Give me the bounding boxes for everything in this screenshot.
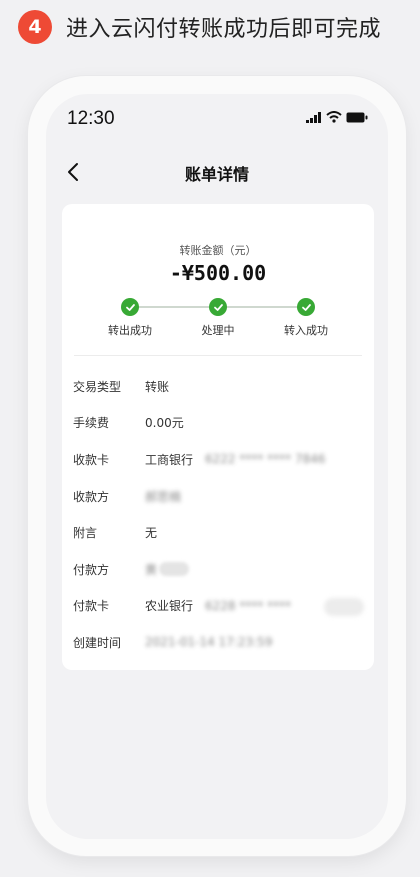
progress-step-label: 转入成功	[284, 324, 328, 337]
battery-icon	[346, 112, 368, 122]
blur-mask	[159, 562, 190, 577]
detail-value: 农业银行	[145, 599, 194, 614]
status-time: 12:30	[67, 108, 115, 129]
phone-frame: 12:30 账单详情 转账金额（元） -¥500.00 转出成功 处理中 转入成…	[28, 76, 406, 856]
status-bar: 12:30	[46, 94, 388, 140]
divider	[74, 355, 362, 356]
amount-label: 转账金额（元）	[179, 244, 257, 257]
detail-label: 交易类型	[73, 379, 122, 394]
step-header: 4 进入云闪付转账成功后即可完成	[18, 10, 381, 44]
detail-value: 工商银行	[145, 452, 194, 467]
check-icon	[121, 298, 139, 316]
progress-step-processing: 处理中	[173, 298, 263, 338]
detail-value: 转账	[145, 379, 170, 394]
detail-label: 手续费	[73, 416, 110, 431]
nav-bar: 账单详情	[46, 154, 388, 194]
page-title: 账单详情	[184, 165, 249, 184]
masked-created-time: 2021-01-14 17:23:59	[145, 635, 273, 650]
signal-icon	[306, 111, 321, 123]
phone-screen: 12:30 账单详情 转账金额（元） -¥500.00 转出成功 处理中 转入成…	[46, 94, 388, 839]
detail-row-type: 交易类型 转账	[73, 368, 361, 405]
masked-payer-name: 黄	[145, 562, 158, 577]
detail-label: 收款方	[73, 489, 110, 504]
transfer-amount: -¥500.00	[169, 261, 267, 285]
masked-card-number: 6228 **** ****	[205, 598, 292, 613]
progress-step-label: 转出成功	[108, 324, 152, 337]
bill-detail-card: 转账金额（元） -¥500.00 转出成功 处理中 转入成功 交易类型 转账 手…	[62, 204, 374, 670]
detail-row-payer: 付款方 黄	[73, 551, 361, 588]
detail-label: 付款方	[73, 562, 110, 577]
detail-label: 收款卡	[73, 452, 110, 467]
step-number-badge: 4	[18, 10, 52, 44]
progress-step-sent: 转出成功	[85, 298, 175, 338]
blur-mask	[324, 597, 364, 616]
progress-step-received: 转入成功	[261, 298, 351, 338]
detail-label: 付款卡	[73, 599, 110, 614]
masked-card-number: 6222 **** **** 7846	[205, 452, 326, 467]
check-icon	[209, 298, 227, 316]
detail-row-created: 创建时间 2021-01-14 17:23:59	[73, 624, 361, 661]
detail-row-payee: 收款方 郝思楠	[73, 478, 361, 515]
detail-label: 附言	[73, 526, 98, 541]
progress-step-label: 处理中	[201, 324, 235, 337]
detail-list: 交易类型 转账 手续费 0.00元 收款卡 工商银行 6222 **** ***…	[73, 368, 364, 661]
check-icon	[297, 298, 315, 316]
detail-label: 创建时间	[73, 635, 122, 650]
detail-value: 0.00元	[145, 416, 184, 431]
step-instruction: 进入云闪付转账成功后即可完成	[66, 17, 382, 42]
detail-row-note: 附言 无	[73, 514, 361, 551]
masked-payee-name: 郝思楠	[145, 489, 182, 504]
wifi-icon	[326, 111, 342, 123]
detail-row-receive-card: 收款卡 工商银行 6222 **** **** 7846	[73, 441, 361, 478]
detail-value: 无	[145, 526, 158, 541]
detail-row-pay-card: 付款卡 农业银行 6228 **** ****	[73, 588, 364, 625]
detail-row-fee: 手续费 0.00元	[73, 405, 361, 442]
status-icons	[306, 111, 368, 123]
